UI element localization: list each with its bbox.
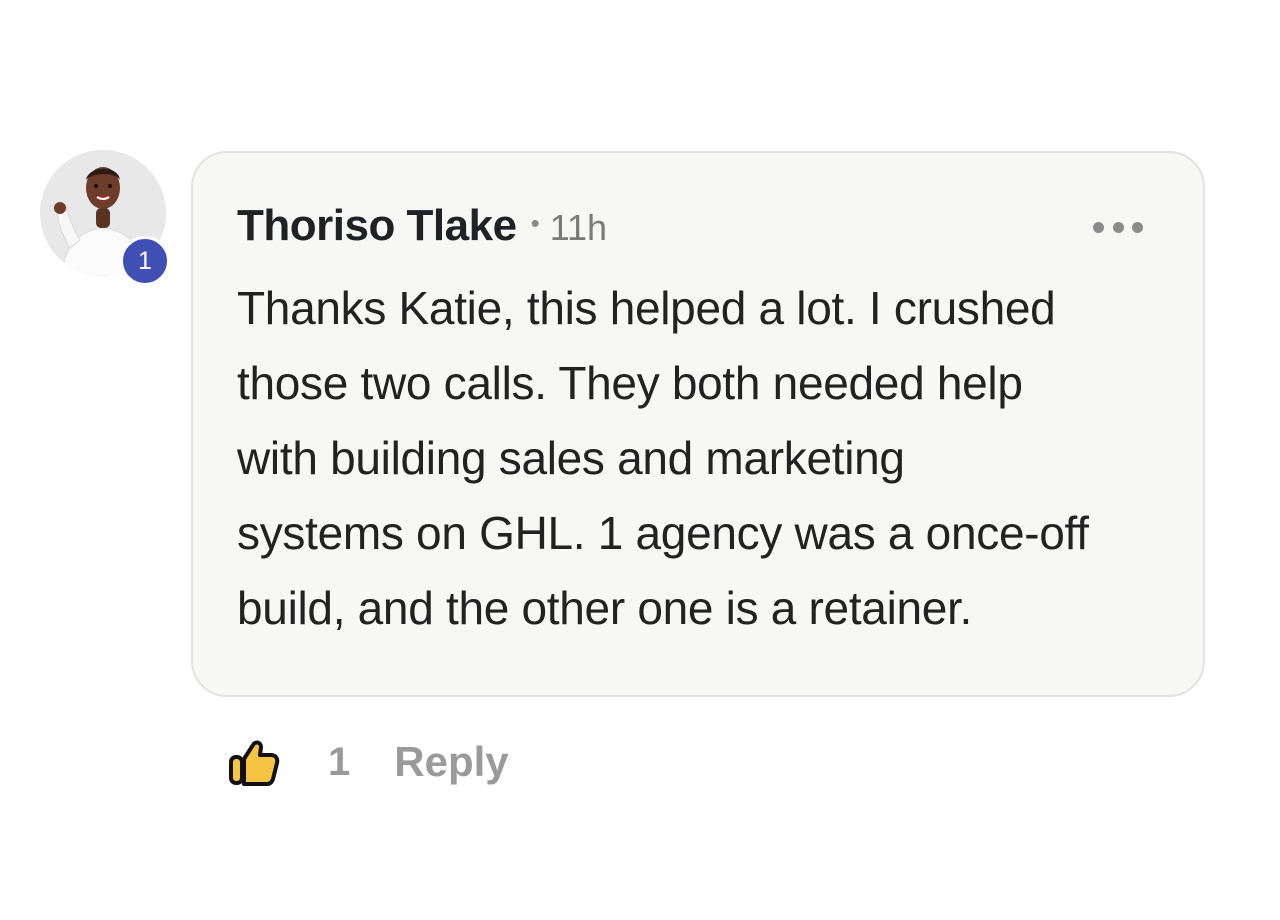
like-count: 1 — [328, 739, 351, 784]
more-horizontal-icon — [1093, 221, 1104, 233]
timestamp[interactable]: 11h — [550, 207, 607, 249]
comment-line: those two calls. They both needed help — [237, 357, 1023, 409]
separator-dot: • — [530, 208, 540, 238]
author-avatar-wrapper[interactable]: 1 — [40, 150, 170, 286]
level-badge: 1 — [120, 236, 170, 286]
comment-header: Thoriso Tlake • 11h — [237, 201, 607, 251]
author-name[interactable]: Thoriso Tlake — [237, 201, 517, 251]
comment-line: systems on GHL. 1 agency was a once-off — [237, 507, 1089, 559]
comment-text: Thanks Katie, this helped a lot. I crush… — [237, 271, 1177, 646]
comment-card: 1 Thoriso Tlake • 11h Thanks Katie, this… — [0, 0, 1280, 920]
more-options-button[interactable] — [1093, 215, 1143, 239]
comment-line: Thanks Katie, this helped a lot. I crush… — [237, 282, 1056, 334]
thumbs-up-icon — [229, 740, 280, 786]
comment-line: with building sales and marketing — [237, 432, 905, 484]
comment-line: build, and the other one is a retainer. — [237, 582, 973, 634]
more-horizontal-icon — [1112, 221, 1124, 233]
more-horizontal-icon — [1132, 221, 1143, 233]
comment-bubble: Thoriso Tlake • 11h Thanks Katie, this h… — [191, 151, 1205, 697]
comment-actions: 1 Reply — [226, 732, 509, 792]
reply-button[interactable]: Reply — [394, 738, 508, 786]
like-button[interactable] — [226, 734, 282, 790]
